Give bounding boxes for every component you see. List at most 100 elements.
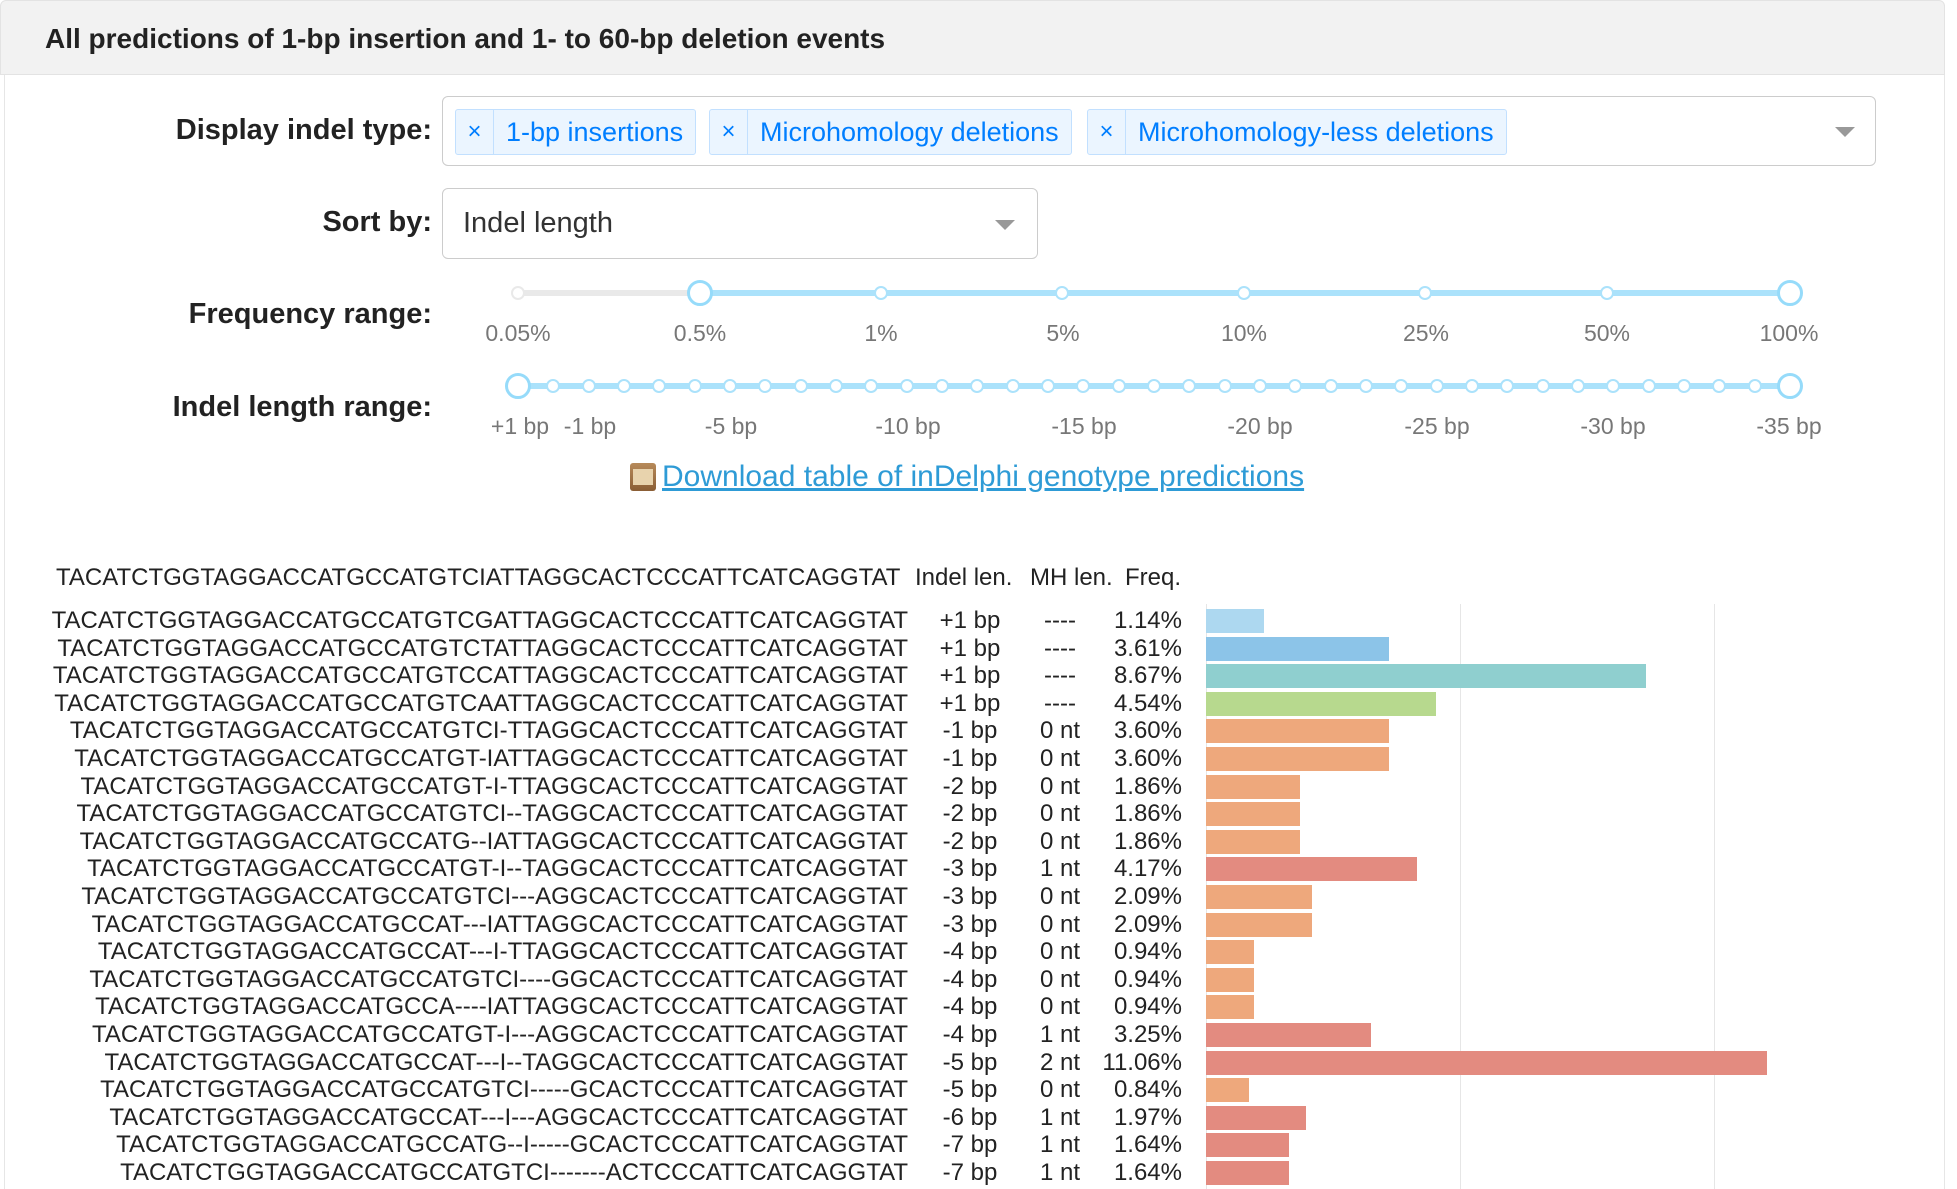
slider-dot[interactable] (1465, 379, 1479, 393)
row-sequence: TACATCTGGTAGGACCATGCCATGT-IATTAGGCACTCCC… (74, 745, 908, 772)
chevron-down-icon[interactable] (1835, 127, 1855, 137)
row-frequency: 4.17% (1113, 855, 1182, 883)
slider-dot[interactable] (758, 379, 773, 393)
slider-dot[interactable] (793, 379, 808, 393)
download-link-label: Download table of inDelphi genotype pred… (662, 460, 1305, 493)
row-frequency: 0.84% (1113, 1076, 1182, 1104)
slider-dot[interactable] (1641, 379, 1656, 393)
slider-handle-max[interactable] (1777, 373, 1803, 399)
slider-dot[interactable] (1147, 379, 1161, 393)
slider-dot[interactable] (1182, 379, 1197, 393)
row-frequency: 1.14% (1113, 607, 1182, 634)
row-frequency: 3.60% (1113, 745, 1182, 772)
row-frequency: 1.86% (1113, 827, 1182, 855)
slider-dot[interactable] (1288, 379, 1303, 393)
slider-mark: -1 bp (563, 413, 617, 439)
slider-dot[interactable] (1323, 379, 1338, 393)
indel-type-multiselect[interactable]: × 1-bp insertions × Microhomology deleti… (442, 96, 1876, 166)
row-frequency: 3.60% (1113, 717, 1182, 745)
row-sequence: TACATCTGGTAGGACCATGCCATGTCI-------ACTCCC… (120, 1159, 908, 1186)
frequency-bar (1206, 802, 1300, 827)
frequency-bar (1206, 1161, 1289, 1185)
slider-dot[interactable] (617, 379, 631, 393)
frequency-bar (1206, 967, 1254, 992)
slider-handle-min[interactable] (687, 280, 713, 306)
slider-dot[interactable] (874, 286, 888, 300)
row-frequency: 0.94% (1113, 938, 1182, 966)
row-sequence: TACATCTGGTAGGACCATGCCATGTCI---AGGCACTCCC… (81, 883, 908, 910)
slider-dot[interactable] (1005, 379, 1020, 393)
frequency-bar (1206, 857, 1417, 882)
slider-dot[interactable] (1055, 286, 1069, 300)
slider-dot[interactable] (935, 379, 949, 393)
slider-dot[interactable] (1677, 379, 1691, 393)
slider-dot[interactable] (581, 379, 596, 393)
slider-dot[interactable] (1747, 379, 1762, 393)
frequency-bar (1206, 719, 1389, 744)
frequency-bar (1206, 1133, 1289, 1158)
slider-dot[interactable] (864, 379, 879, 393)
slider-dot[interactable] (1429, 379, 1444, 393)
slider-dot[interactable] (1600, 286, 1614, 300)
column-header-mh-length: MH len. (1030, 564, 1113, 591)
slider-dot[interactable] (1500, 379, 1515, 393)
tag-label: Microhomology deletions (760, 116, 1059, 147)
indel-length-range-label: Indel length range: (172, 391, 432, 423)
slider-handle-max[interactable] (1777, 280, 1803, 306)
slider-dot[interactable] (1253, 379, 1267, 393)
slider-dot[interactable] (687, 379, 702, 393)
slider-dot[interactable] (1076, 379, 1091, 393)
row-frequency: 8.67% (1113, 662, 1182, 690)
slider-dot[interactable] (1535, 379, 1550, 393)
remove-tag-icon[interactable]: × (456, 110, 494, 154)
slider-handle-min[interactable] (505, 373, 531, 399)
slider-dot[interactable] (1111, 379, 1126, 393)
sort-dropdown[interactable]: Indel length (442, 188, 1038, 259)
slider-dot[interactable] (511, 286, 525, 300)
row-sequence: TACATCTGGTAGGACCATGCCAT---I-TTAGGCACTCCC… (97, 938, 908, 966)
reference-sequence: TACATCTGGTAGGACCATGCCATGTCIATTAGGCACTCCC… (56, 564, 901, 591)
slider-dot[interactable] (1571, 379, 1585, 393)
slider-dot[interactable] (1217, 379, 1232, 393)
slider-dot[interactable] (829, 379, 843, 393)
slider-dot[interactable] (1041, 379, 1055, 393)
remove-tag-icon[interactable]: × (1088, 110, 1126, 154)
row-frequency: 1.86% (1113, 800, 1182, 828)
row-sequence: TACATCTGGTAGGACCATGCCATGT-I--TAGGCACTCCC… (87, 855, 908, 883)
frequency-bar (1206, 912, 1312, 937)
frequency-bar (1206, 664, 1646, 689)
slider-mark: -35 bp (1756, 413, 1822, 439)
slider-dot[interactable] (723, 379, 737, 393)
slider-dot[interactable] (1237, 286, 1251, 300)
frequency-bar (1206, 1050, 1767, 1075)
slider-dot[interactable] (899, 379, 914, 393)
predictions-panel: All predictions of 1-bp insertion and 1-… (0, 0, 1957, 1189)
slider-dot[interactable] (546, 379, 561, 393)
remove-tag-icon[interactable]: × (710, 110, 748, 154)
slider-dot[interactable] (970, 379, 985, 393)
row-sequence: TACATCTGGTAGGACCATGCCATGTCCATTAGGCACTCCC… (52, 662, 908, 690)
row-frequency: 0.94% (1113, 993, 1182, 1021)
slider-mark: -15 bp (1051, 413, 1117, 439)
panel-border (1944, 75, 1945, 1189)
frequency-bar (1206, 1023, 1371, 1047)
row-frequency: 2.09% (1113, 883, 1182, 910)
slider-dot[interactable] (1712, 379, 1727, 393)
slider-dot[interactable] (1394, 379, 1409, 393)
download-table-link[interactable]: Download table of inDelphi genotype pred… (630, 460, 1304, 494)
slider-mark: -10 bp (875, 413, 941, 439)
row-frequency: 1.64% (1113, 1159, 1182, 1186)
frequency-bar (1206, 774, 1300, 799)
frequency-bar (1206, 995, 1254, 1020)
slider-dot[interactable] (1606, 379, 1621, 393)
slider-mark: -25 bp (1404, 413, 1470, 439)
slider-mark: -5 bp (704, 413, 758, 439)
slider-dot[interactable] (1418, 286, 1432, 300)
chevron-down-icon[interactable] (995, 220, 1015, 230)
slider-dot[interactable] (1359, 379, 1373, 393)
row-sequence: TACATCTGGTAGGACCATGCCAT---IATTAGGCACTCCC… (91, 910, 908, 938)
slider-mark: 5% (1046, 320, 1080, 346)
row-sequence: TACATCTGGTAGGACCATGCCATGTCI-----GCACTCCC… (100, 1076, 908, 1104)
slider-dot[interactable] (652, 379, 667, 393)
panel-header: All predictions of 1-bp insertion and 1-… (0, 0, 1945, 75)
